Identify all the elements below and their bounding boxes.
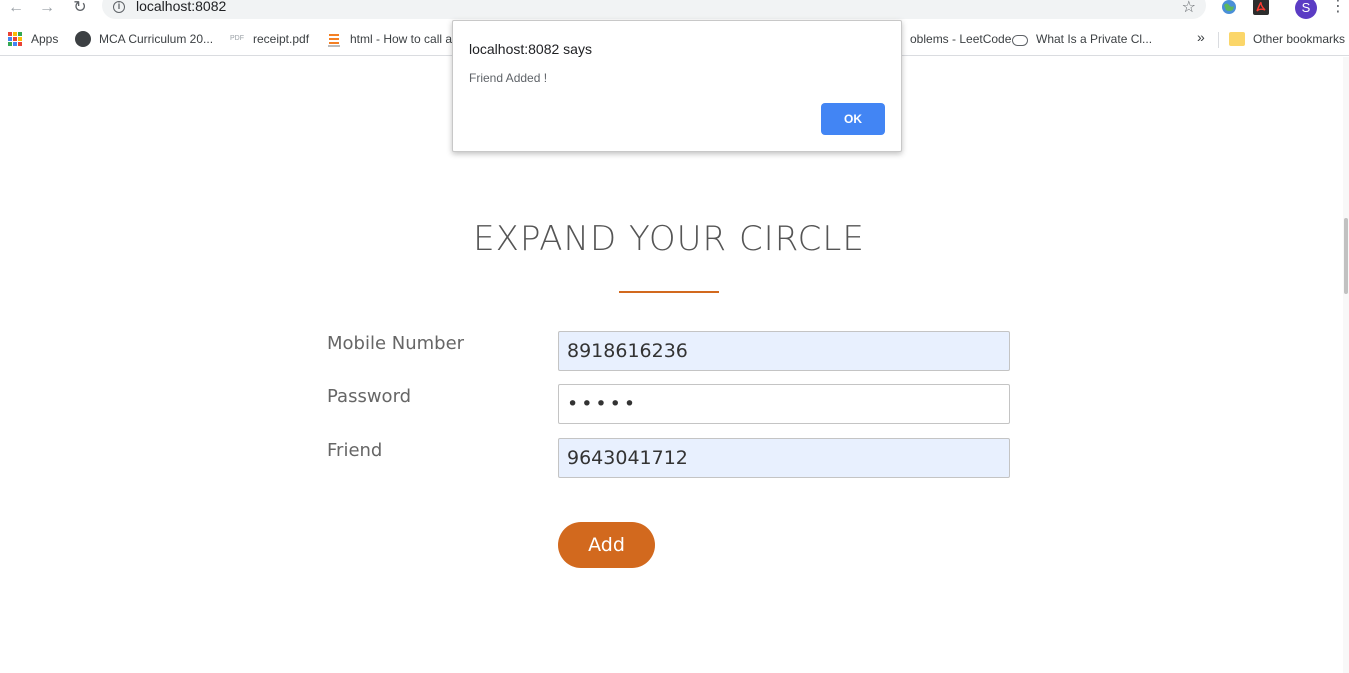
bookmark-apps[interactable]: Apps [8, 30, 58, 48]
bookmark-label: receipt.pdf [253, 32, 310, 46]
bookmark-item[interactable]: html - How to call a [326, 30, 452, 48]
friend-label: Friend [327, 440, 383, 461]
forward-arrow-icon[interactable]: → [37, 0, 57, 16]
back-arrow-icon[interactable]: ← [6, 0, 26, 16]
bookmark-label: oblems - LeetCode [910, 32, 1012, 46]
bookmark-item[interactable]: What Is a Private Cl... [1012, 30, 1152, 48]
bookmark-label: Other bookmarks [1253, 32, 1346, 46]
site-info-icon[interactable]: i [113, 1, 125, 13]
stackoverflow-icon [326, 31, 342, 47]
dialog-message: Friend Added ! [469, 71, 548, 85]
acrobat-pdf-icon[interactable] [1252, 0, 1270, 16]
mobile-number-label: Mobile Number [327, 333, 465, 354]
friend-input[interactable] [558, 438, 1010, 478]
dialog-ok-button[interactable]: OK [821, 103, 885, 135]
bookmark-label: html - How to call a [350, 32, 453, 46]
reload-icon[interactable]: ↻ [70, 0, 90, 16]
browser-toolbar: ← → ↻ i localhost:8082 ☆ S ⋮ [0, 0, 1349, 21]
pdf-icon: PDF [230, 35, 244, 42]
bookmark-item[interactable]: PDF receipt.pdf [229, 30, 309, 48]
bookmark-label: What Is a Private Cl... [1036, 32, 1153, 46]
cloud-icon [1012, 35, 1028, 46]
page-scrollbar[interactable] [1343, 57, 1349, 673]
folder-icon [1229, 32, 1245, 46]
page-title: EXPAND YOUR CIRCLE [473, 219, 865, 259]
heading-underline [619, 291, 719, 293]
globe-icon [75, 31, 91, 47]
profile-avatar[interactable]: S [1295, 0, 1317, 19]
url-text[interactable]: localhost:8082 [136, 0, 226, 14]
add-friend-button[interactable]: Add [558, 522, 655, 568]
kebab-menu-icon[interactable]: ⋮ [1330, 0, 1346, 16]
password-input[interactable] [558, 384, 1010, 424]
bookmarks-divider [1218, 32, 1219, 48]
extension-globe-icon[interactable] [1220, 0, 1238, 16]
bookmark-star-icon[interactable]: ☆ [1182, 0, 1196, 17]
mobile-number-input[interactable] [558, 331, 1010, 371]
dialog-title: localhost:8082 says [469, 41, 592, 57]
bookmark-label: MCA Curriculum 20... [99, 32, 214, 46]
bookmark-label: Apps [31, 32, 59, 46]
address-bar[interactable]: i localhost:8082 ☆ [102, 0, 1206, 19]
scrollbar-thumb[interactable] [1344, 218, 1348, 294]
bookmark-item[interactable]: oblems - LeetCode [910, 30, 1011, 48]
other-bookmarks[interactable]: Other bookmarks [1229, 30, 1345, 48]
password-label: Password [327, 386, 412, 407]
more-bookmarks-chevron-icon[interactable]: » [1197, 29, 1205, 45]
apps-grid-icon [8, 32, 22, 46]
bookmark-item[interactable]: MCA Curriculum 20... [75, 30, 213, 48]
alert-dialog: localhost:8082 says Friend Added ! OK [452, 20, 902, 152]
